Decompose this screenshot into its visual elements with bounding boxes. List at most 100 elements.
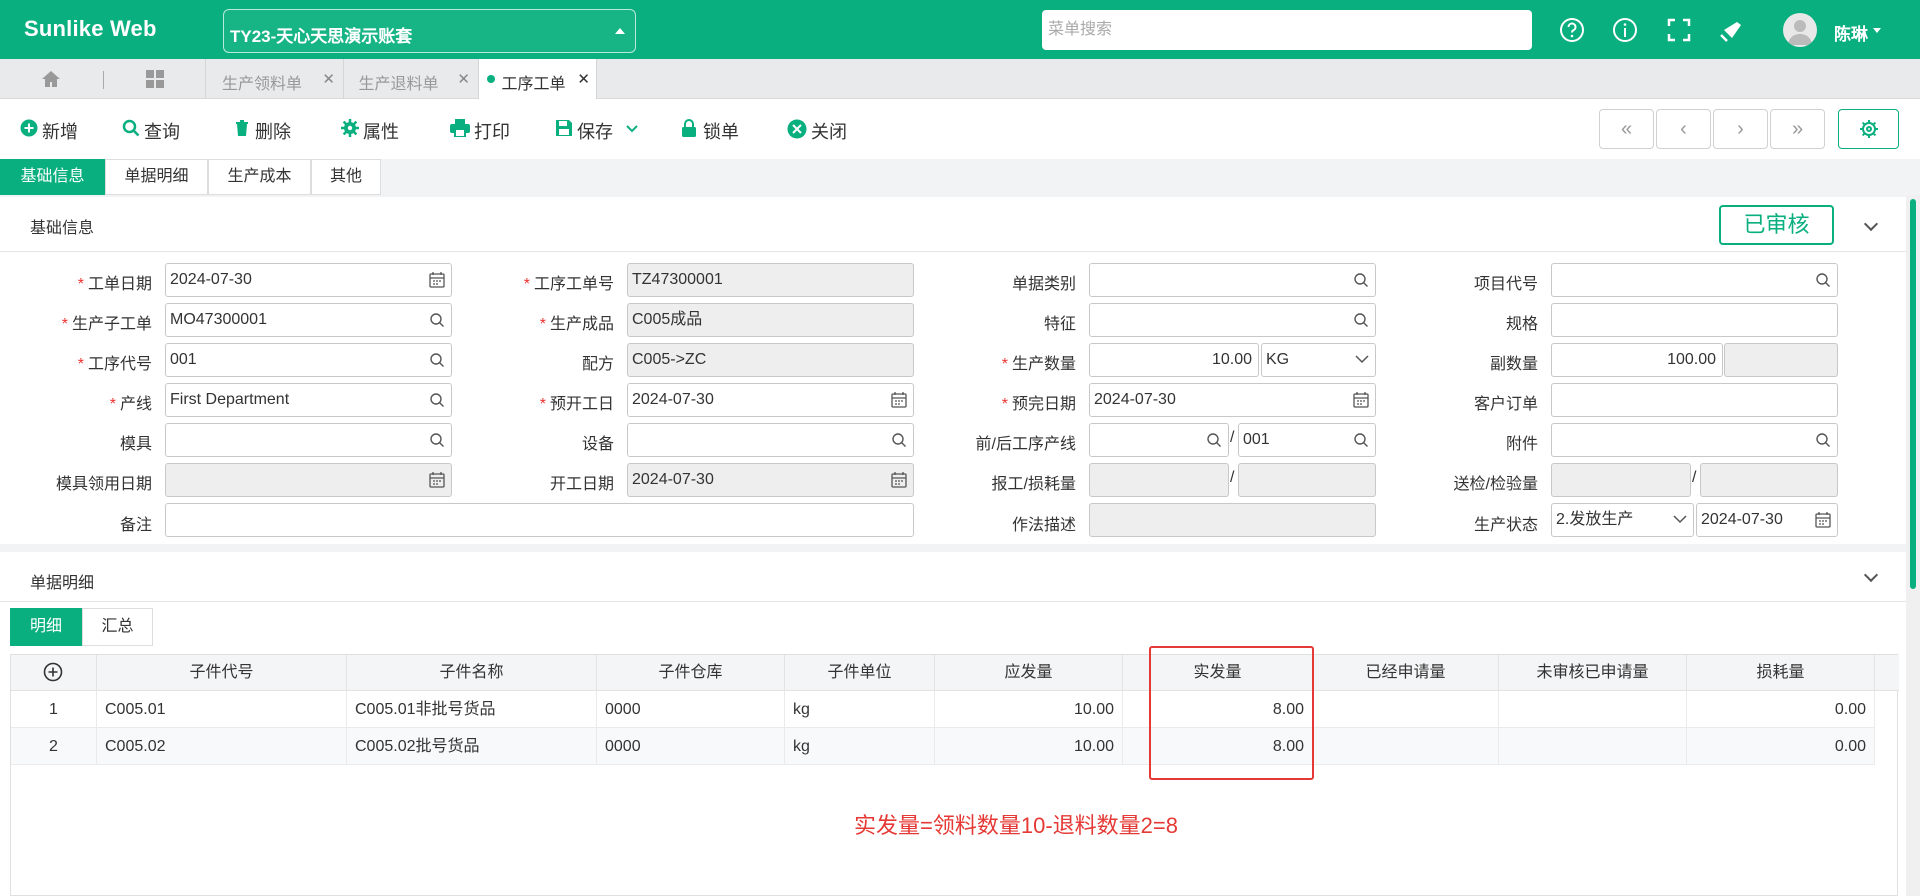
add-row-header[interactable] xyxy=(11,655,97,691)
close-button[interactable]: 关闭 xyxy=(787,117,849,142)
table-cell[interactable]: kg xyxy=(785,728,935,765)
plan-end-field[interactable]: 2024-07-30 xyxy=(1089,383,1376,417)
search-icon[interactable] xyxy=(1353,272,1369,288)
customer-order-field[interactable] xyxy=(1551,383,1838,417)
search-icon[interactable] xyxy=(1353,432,1369,448)
chevron-down-icon[interactable] xyxy=(1873,28,1881,33)
lock-button[interactable]: 锁单 xyxy=(681,117,743,142)
calendar-icon[interactable] xyxy=(1815,512,1831,528)
apps-tab[interactable] xyxy=(104,59,206,99)
table-cell[interactable] xyxy=(1313,691,1499,728)
tab-basic-info[interactable]: 基础信息 xyxy=(0,159,105,195)
table-cell[interactable]: 0.00 xyxy=(1687,728,1875,765)
table-cell[interactable]: C005.01非批号货品 xyxy=(347,691,597,728)
print-button[interactable]: 打印 xyxy=(450,117,512,142)
spec-field[interactable] xyxy=(1551,303,1838,337)
table-cell[interactable]: C005.02 xyxy=(97,728,347,765)
attachment-field[interactable] xyxy=(1551,423,1838,457)
search-icon[interactable] xyxy=(891,432,907,448)
table-cell[interactable]: C005.02批号货品 xyxy=(347,728,597,765)
info-icon[interactable] xyxy=(1611,16,1639,44)
delete-button[interactable]: 删除 xyxy=(233,117,295,142)
table-cell[interactable]: 0000 xyxy=(597,691,785,728)
prev-line-field[interactable] xyxy=(1089,423,1229,457)
tab-summary[interactable]: 汇总 xyxy=(82,608,153,646)
table-cell[interactable]: 10.00 xyxy=(935,691,1123,728)
table-cell[interactable]: 0.00 xyxy=(1687,691,1875,728)
search-icon[interactable] xyxy=(429,432,445,448)
chevron-down-icon[interactable] xyxy=(1863,567,1879,583)
table-cell[interactable]: 10.00 xyxy=(935,728,1123,765)
sub-order-field[interactable]: MO47300001 xyxy=(165,303,452,337)
detail-header[interactable]: 单据明细 xyxy=(0,552,1906,602)
tab-other[interactable]: 其他 xyxy=(311,159,381,195)
menu-search-input[interactable] xyxy=(1042,10,1532,50)
table-cell[interactable] xyxy=(1313,728,1499,765)
table-cell[interactable]: 0000 xyxy=(597,728,785,765)
unit-select[interactable]: KG xyxy=(1261,343,1376,377)
quantity-field[interactable]: 10.00 xyxy=(1089,343,1259,377)
calendar-icon[interactable] xyxy=(891,392,907,408)
doc-type-field[interactable] xyxy=(1089,263,1376,297)
tab-detail[interactable]: 明细 xyxy=(10,608,82,646)
status-date-field[interactable]: 2024-07-30 xyxy=(1696,503,1838,537)
tab-pick-order[interactable]: 生产领料单 ✕ xyxy=(206,59,344,99)
column-header[interactable]: 已经申请量 xyxy=(1313,655,1499,691)
tab-op-order[interactable]: 工序工单 ✕ xyxy=(479,59,597,99)
search-icon[interactable] xyxy=(429,352,445,368)
tab-doc-detail[interactable]: 单据明细 xyxy=(105,159,208,195)
account-selector[interactable]: TY23-天心天思演示账套 xyxy=(223,9,636,53)
feature-field[interactable] xyxy=(1089,303,1376,337)
save-button[interactable]: 保存 xyxy=(555,117,641,142)
last-record-button[interactable]: » xyxy=(1770,109,1825,149)
close-icon[interactable]: ✕ xyxy=(457,70,470,88)
fullscreen-icon[interactable] xyxy=(1665,16,1693,44)
search-icon[interactable] xyxy=(429,312,445,328)
plus-circle-icon[interactable] xyxy=(43,662,63,682)
column-header[interactable]: 应发量 xyxy=(935,655,1123,691)
plan-start-field[interactable]: 2024-07-30 xyxy=(627,383,914,417)
close-icon[interactable]: ✕ xyxy=(577,70,590,88)
table-cell[interactable]: C005.01 xyxy=(97,691,347,728)
chevron-down-icon[interactable] xyxy=(1863,216,1879,232)
properties-button[interactable]: 属性 xyxy=(341,117,403,142)
column-header[interactable]: 子件单位 xyxy=(785,655,935,691)
calendar-icon[interactable] xyxy=(429,272,445,288)
next-line-field[interactable]: 001 xyxy=(1238,423,1376,457)
clean-icon[interactable] xyxy=(1718,16,1746,44)
tab-return-order[interactable]: 生产退料单 ✕ xyxy=(344,59,479,99)
production-line-field[interactable]: First Department xyxy=(165,383,452,417)
item-code-field[interactable] xyxy=(1551,263,1838,297)
table-cell[interactable] xyxy=(1499,728,1687,765)
new-button[interactable]: 新增 xyxy=(20,117,82,142)
sub-quantity-field[interactable]: 100.00 xyxy=(1551,343,1723,377)
scrollbar-thumb[interactable] xyxy=(1910,199,1916,589)
column-header[interactable]: 未审核已申请量 xyxy=(1499,655,1687,691)
next-record-button[interactable]: › xyxy=(1713,109,1768,149)
settings-button[interactable] xyxy=(1838,109,1899,149)
search-icon[interactable] xyxy=(1206,432,1222,448)
table-cell[interactable] xyxy=(1499,691,1687,728)
close-icon[interactable]: ✕ xyxy=(322,70,335,88)
equipment-field[interactable] xyxy=(627,423,914,457)
avatar[interactable] xyxy=(1783,13,1817,47)
basic-info-header[interactable]: 基础信息 xyxy=(0,197,1906,252)
op-code-field[interactable]: 001 xyxy=(165,343,452,377)
search-icon[interactable] xyxy=(1353,312,1369,328)
column-header[interactable]: 损耗量 xyxy=(1687,655,1875,691)
remark-field[interactable] xyxy=(165,503,914,537)
first-record-button[interactable]: « xyxy=(1599,109,1654,149)
table-cell[interactable]: kg xyxy=(785,691,935,728)
order-date-field[interactable]: 2024-07-30 xyxy=(165,263,452,297)
query-button[interactable]: 查询 xyxy=(122,117,184,142)
calendar-icon[interactable] xyxy=(1353,392,1369,408)
help-icon[interactable] xyxy=(1558,16,1586,44)
tab-prod-cost[interactable]: 生产成本 xyxy=(208,159,311,195)
search-icon[interactable] xyxy=(429,392,445,408)
search-icon[interactable] xyxy=(1815,272,1831,288)
prev-record-button[interactable]: ‹ xyxy=(1656,109,1711,149)
column-header[interactable]: 子件代号 xyxy=(97,655,347,691)
vertical-scrollbar[interactable] xyxy=(1906,195,1920,896)
home-tab[interactable] xyxy=(0,59,103,99)
user-name[interactable]: 陈琳 xyxy=(1834,20,1868,45)
